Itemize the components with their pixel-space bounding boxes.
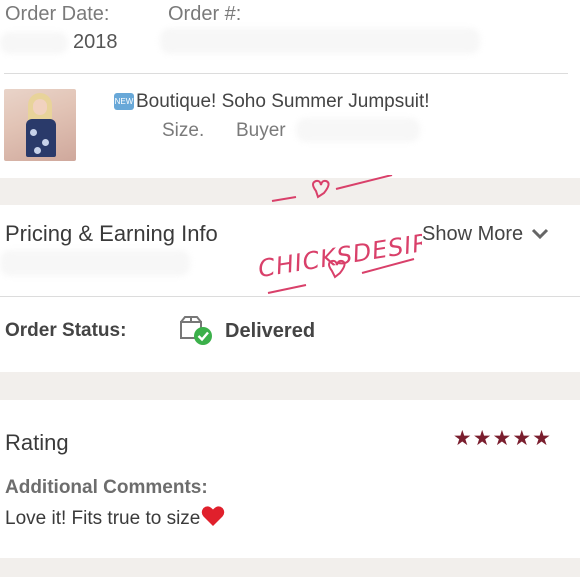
item-title[interactable]: NEW Boutique! Soho Summer Jumpsuit! [114,91,430,113]
new-badge-icon: NEW [114,93,134,110]
star-icon: ★ [512,427,533,450]
star-icon: ★ [532,427,552,450]
chevron-down-icon [531,223,549,246]
delivered-box-check-icon [179,316,213,346]
redacted-buyer [296,118,420,142]
divider [4,73,568,74]
order-status-value: Delivered [225,320,316,342]
redacted-pricing [0,250,190,276]
star-icon: ★ [492,427,513,450]
redacted-order-number [160,28,480,54]
star-icon: ★ [472,427,493,450]
item-thumbnail[interactable] [4,89,76,161]
additional-comments-label: Additional Comments: [5,477,208,498]
rating-title: Rating [5,430,69,455]
divider [0,296,580,297]
item-title-text: Boutique! Soho Summer Jumpsuit! [136,91,430,112]
rating-stars: ★★★★★ [453,426,552,451]
item-buyer-label: Buyer [236,120,286,141]
show-more-button[interactable]: Show More [422,223,549,246]
redacted-order-date [0,32,68,54]
section-separator [0,372,580,400]
order-number-label: Order #: [168,3,242,25]
star-icon: ★ [452,427,473,450]
item-size-label: Size. [162,120,205,141]
section-separator [0,558,580,577]
comment-text: Love it! Fits true to size [5,505,225,533]
show-more-label: Show More [422,223,524,245]
pricing-title: Pricing & Earning Info [5,221,218,246]
order-date-value: 2018 [73,31,118,53]
order-date-label: Order Date: [5,3,110,25]
heart-icon [201,505,225,533]
order-status-label: Order Status: [5,320,127,341]
comment-body: Love it! Fits true to size [5,508,201,529]
chicksdesire-watermark: CHICKSDESIRE [246,174,448,295]
